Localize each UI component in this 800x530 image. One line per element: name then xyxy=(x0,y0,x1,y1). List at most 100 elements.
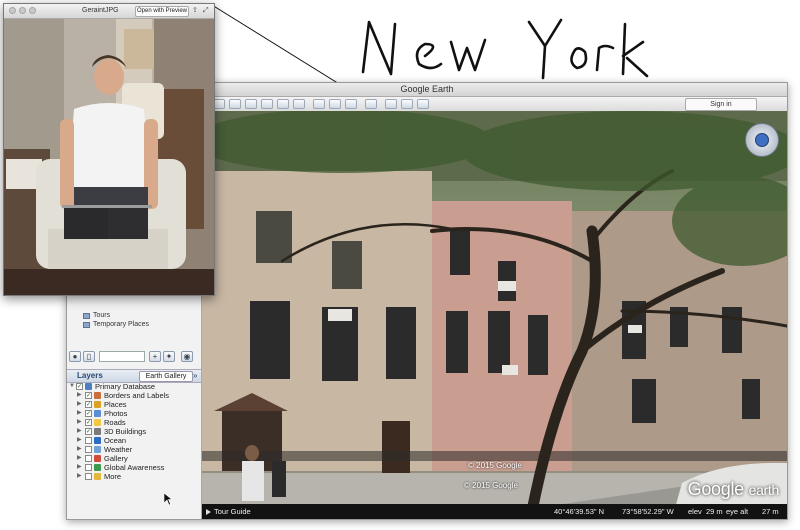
layers-title: Layers xyxy=(77,371,103,380)
ruler-icon[interactable] xyxy=(365,99,377,109)
eye-icon[interactable]: ◉ xyxy=(181,351,193,362)
more-icon xyxy=(94,473,101,480)
expand-icon[interactable]: » xyxy=(193,370,197,382)
global-awareness-icon xyxy=(94,464,101,471)
logo-sub: earth xyxy=(748,482,780,498)
add-icon[interactable]: + xyxy=(149,351,161,362)
polygon-icon[interactable] xyxy=(245,99,257,109)
layer-label: Global Awareness xyxy=(104,463,165,472)
longitude-readout: 73°58'52.29" W xyxy=(622,507,674,516)
sun-icon[interactable] xyxy=(329,99,341,109)
historical-imagery-icon[interactable] xyxy=(313,99,325,109)
layer-label: Borders and Labels xyxy=(104,391,170,400)
layer-row[interactable]: ▶ More xyxy=(67,472,201,481)
email-icon[interactable] xyxy=(385,99,397,109)
eye-altitude-label: eye alt xyxy=(726,507,749,516)
elevation-value: 29 m xyxy=(706,507,723,516)
layer-row[interactable]: ▶ ✓ Borders and Labels xyxy=(67,391,201,400)
mouse-cursor-icon xyxy=(164,493,172,505)
places-panel-icon[interactable]: ▯ xyxy=(83,351,95,362)
planets-icon[interactable] xyxy=(345,99,357,109)
disclosure-closed-icon[interactable]: ▶ xyxy=(77,400,82,409)
path-icon[interactable] xyxy=(261,99,273,109)
disclosure-closed-icon[interactable]: ▶ xyxy=(77,463,82,472)
earth-gallery-button[interactable]: Earth Gallery xyxy=(139,371,193,382)
layers-header[interactable]: Layers Earth Gallery » xyxy=(67,369,201,383)
disclosure-closed-icon[interactable]: ▶ xyxy=(77,409,82,418)
layer-row[interactable]: ▶ Gallery xyxy=(67,454,201,463)
print-icon[interactable] xyxy=(401,99,413,109)
layer-row[interactable]: ▶ Weather xyxy=(67,445,201,454)
places-toolbar: ● ▯ + ✦ ◉ xyxy=(69,351,199,363)
layer-row[interactable]: ▶ ✓ 3D Buildings xyxy=(67,427,201,436)
places-item-tours[interactable]: Tours xyxy=(67,311,201,320)
disclosure-closed-icon[interactable]: ▶ xyxy=(77,427,82,436)
expand-icon[interactable]: ⤢ xyxy=(203,6,211,15)
layer-label: Primary Database xyxy=(95,382,156,391)
folder-icon xyxy=(83,313,90,319)
borders-icon xyxy=(94,392,101,399)
share-icon[interactable]: ⇪ xyxy=(192,6,200,15)
image-overlay-icon[interactable] xyxy=(277,99,289,109)
layer-checkbox[interactable]: ✓ xyxy=(85,401,92,408)
navigation-control[interactable] xyxy=(745,123,779,157)
buildings-icon xyxy=(94,428,101,435)
preview-window: GeraintJPG Open with Preview ⇪ ⤢ xyxy=(3,3,215,296)
layer-checkbox[interactable]: ✓ xyxy=(85,392,92,399)
tour-guide-button[interactable]: Tour Guide xyxy=(206,504,251,519)
layer-checkbox[interactable]: ✓ xyxy=(85,428,92,435)
layer-row[interactable]: ▶ ✓ Photos xyxy=(67,409,201,418)
street-scene xyxy=(202,111,787,519)
handwritten-new-york xyxy=(361,18,649,80)
minimize-window-icon[interactable] xyxy=(19,7,26,14)
sign-in-button[interactable]: Sign in xyxy=(685,98,757,111)
layer-checkbox[interactable]: ✓ xyxy=(76,383,83,390)
places-item-temporary-places[interactable]: Temporary Places xyxy=(67,320,201,329)
weather-icon xyxy=(94,446,101,453)
layer-checkbox[interactable] xyxy=(85,455,92,462)
layer-checkbox[interactable] xyxy=(85,473,92,480)
layer-label: Roads xyxy=(104,418,126,427)
status-bar: Tour Guide 40°46'39.53" N 73°58'52.29" W… xyxy=(202,504,787,519)
close-window-icon[interactable] xyxy=(9,7,16,14)
layer-row[interactable]: ▶ Ocean xyxy=(67,436,201,445)
layer-checkbox[interactable] xyxy=(85,464,92,471)
preview-filename: GeraintJPG xyxy=(82,7,119,14)
layer-row[interactable]: ▶ Global Awareness xyxy=(67,463,201,472)
open-with-preview-button[interactable]: Open with Preview xyxy=(135,6,189,17)
eye-altitude-value: 27 m xyxy=(762,507,779,516)
street-view-imagery[interactable]: © 2015 Google © 2015 Google Google earth xyxy=(202,111,787,519)
look-joystick-icon[interactable] xyxy=(755,133,769,147)
disclosure-closed-icon[interactable]: ▶ xyxy=(77,436,82,445)
move-icon[interactable]: ✦ xyxy=(163,351,175,362)
imagery-credit: © 2015 Google xyxy=(464,481,518,490)
ocean-icon xyxy=(94,437,101,444)
disclosure-closed-icon[interactable]: ▶ xyxy=(77,418,82,427)
photos-icon xyxy=(94,410,101,417)
disclosure-closed-icon[interactable]: ▶ xyxy=(77,472,82,481)
layer-row[interactable]: ▶ ✓ Places xyxy=(67,400,201,409)
placemark-icon[interactable] xyxy=(229,99,241,109)
layer-checkbox[interactable]: ✓ xyxy=(85,410,92,417)
photo-person-in-chair xyxy=(4,19,214,295)
layer-checkbox[interactable] xyxy=(85,446,92,453)
layers-list: ▼ ✓ Primary Database ▶ ✓ Borders and Labels ▶ ✓… xyxy=(67,382,201,481)
play-icon xyxy=(206,509,211,516)
layer-row[interactable]: ▼ ✓ Primary Database xyxy=(67,382,201,391)
record-tour-icon[interactable] xyxy=(293,99,305,109)
layer-label: Ocean xyxy=(104,436,127,445)
layer-checkbox[interactable]: ✓ xyxy=(85,419,92,426)
search-panel-icon[interactable]: ● xyxy=(69,351,81,362)
disclosure-closed-icon[interactable]: ▶ xyxy=(77,445,82,454)
roads-icon xyxy=(94,419,101,426)
layer-label: Gallery xyxy=(104,454,128,463)
zoom-window-icon[interactable] xyxy=(29,7,36,14)
places-filter-input[interactable] xyxy=(99,351,145,362)
disclosure-closed-icon[interactable]: ▶ xyxy=(77,454,82,463)
layer-checkbox[interactable] xyxy=(85,437,92,444)
disclosure-open-icon[interactable]: ▼ xyxy=(69,382,75,391)
layer-row[interactable]: ▶ ✓ Roads xyxy=(67,418,201,427)
google-earth-logo: Google earth xyxy=(688,479,780,500)
view-in-maps-icon[interactable] xyxy=(417,99,429,109)
disclosure-closed-icon[interactable]: ▶ xyxy=(77,391,82,400)
